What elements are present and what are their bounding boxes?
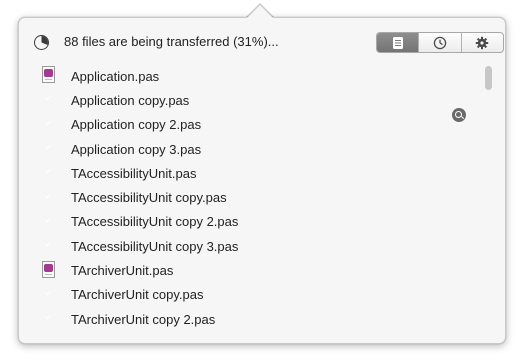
file-row[interactable]: Application copy 2.pas [41, 113, 481, 137]
file-name: TArchiverUnit copy 2.pas [71, 311, 216, 327]
transfers-tab[interactable] [377, 33, 420, 52]
file-name: TArchiverUnit.pas [71, 263, 174, 279]
pie-progress-icon [34, 35, 49, 50]
checkmark-icon [41, 191, 55, 205]
checkmark-icon [41, 166, 55, 180]
gear-icon [476, 36, 489, 49]
popover-arrow-fill [247, 5, 273, 18]
file-name: TAccessibilityUnit copy 2.pas [71, 214, 239, 230]
file-name: TAccessibilityUnit copy 3.pas [71, 238, 239, 254]
file-row[interactable]: TAccessibilityUnit.pas [41, 161, 481, 185]
file-row[interactable]: Application copy 3.pas [41, 137, 481, 161]
checkmark-icon [41, 93, 55, 107]
file-name: Application.pas [71, 68, 160, 84]
checkmark-icon [41, 239, 55, 253]
transfer-status-text: 88 files are being transferred (31%)... [64, 34, 279, 49]
reveal-magnifier-icon[interactable] [452, 108, 466, 122]
file-name: Application copy 3.pas [71, 141, 202, 157]
transfer-popover: 88 files are being transferred (31%)... [18, 17, 506, 344]
checkmark-icon [41, 215, 55, 229]
settings-tab[interactable] [462, 33, 503, 52]
checkmark-icon [41, 118, 55, 132]
file-name: TArchiverUnit copy.pas [71, 287, 204, 303]
file-name: TAccessibilityUnit.pas [71, 165, 197, 181]
history-tab[interactable] [419, 33, 462, 52]
file-row[interactable]: TArchiverUnit copy 2.pas [41, 307, 481, 331]
source-file-icon [41, 66, 55, 84]
checkmark-icon [41, 288, 55, 302]
checkmark-icon [41, 312, 55, 326]
file-row[interactable]: TArchiverUnit.pas [41, 258, 481, 282]
file-row[interactable]: Application copy.pas [41, 88, 481, 112]
file-name: TAccessibilityUnit copy.pas [71, 190, 227, 206]
source-file-icon [41, 260, 55, 278]
file-row[interactable]: TAccessibilityUnit copy 3.pas [41, 234, 481, 258]
file-name: Application copy 2.pas [71, 117, 202, 133]
file-name: Application copy.pas [71, 92, 190, 108]
clock-icon [433, 36, 447, 49]
vertical-scrollbar[interactable] [485, 66, 492, 90]
file-row[interactable]: TAccessibilityUnit copy.pas [41, 185, 481, 209]
file-list-icon [392, 36, 403, 49]
file-transfer-list: Application.pas Application copy.pas App… [41, 64, 481, 331]
file-row[interactable]: TArchiverUnit copy.pas [41, 283, 481, 307]
transfer-header: 88 files are being transferred (31%)... [31, 32, 504, 56]
checkmark-icon [41, 142, 55, 156]
file-row[interactable]: TAccessibilityUnit copy 2.pas [41, 210, 481, 234]
file-row[interactable]: Application.pas [41, 64, 481, 88]
view-segmented-control [376, 32, 504, 53]
